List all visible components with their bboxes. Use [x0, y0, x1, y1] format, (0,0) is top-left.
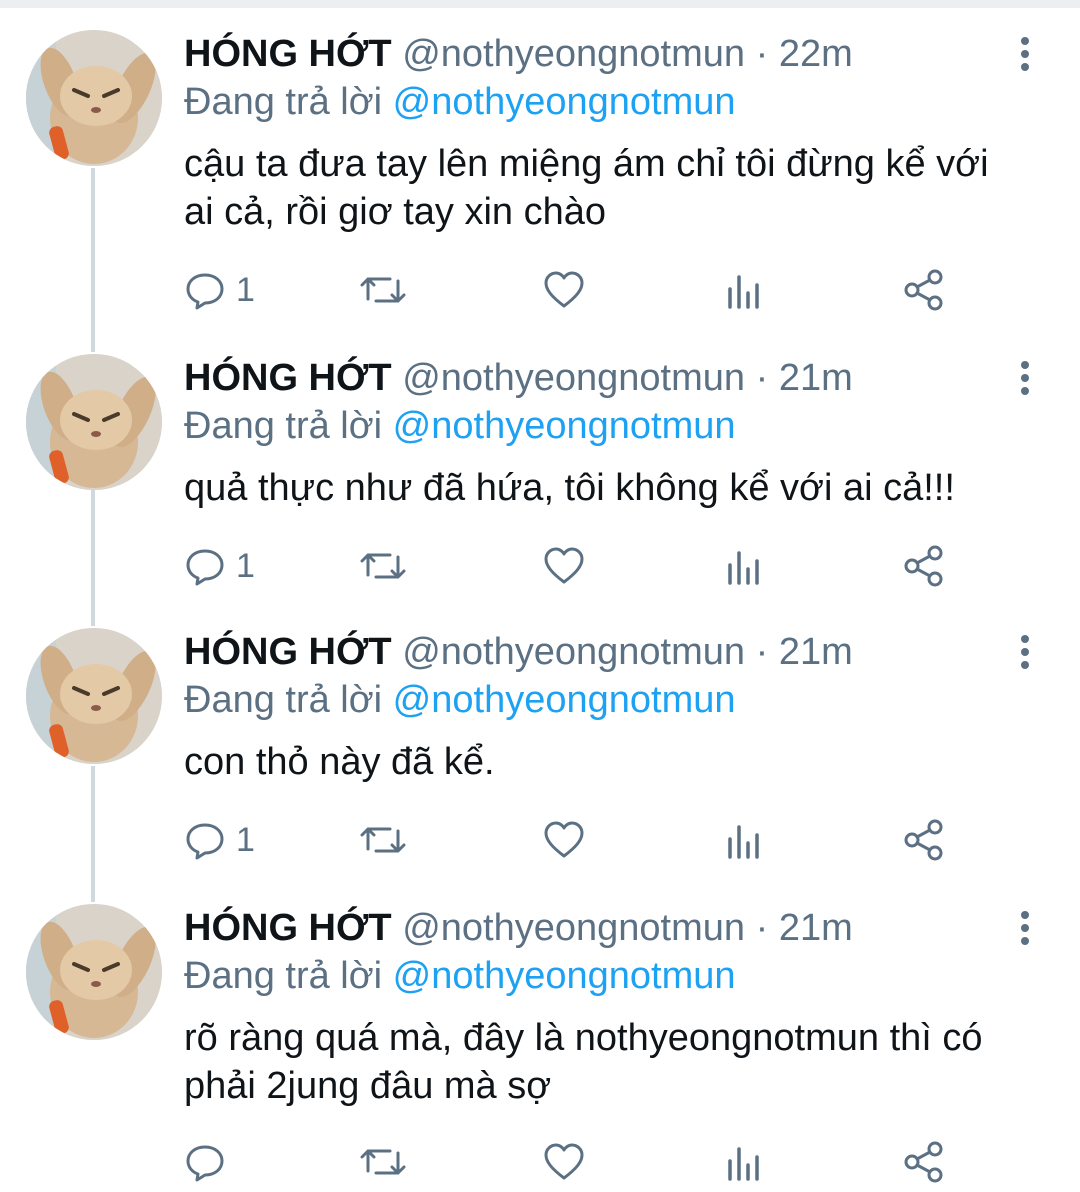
replying-to: Đang trả lời @nothyeongnotmun: [184, 402, 736, 450]
analytics-icon: [724, 545, 764, 587]
reply-button[interactable]: 1: [184, 266, 255, 314]
share-button[interactable]: [902, 266, 946, 314]
author-handle[interactable]: @nothyeongnotmun: [402, 907, 745, 949]
thread-connector: [91, 490, 95, 626]
timestamp[interactable]: 22m: [779, 33, 853, 75]
share-button[interactable]: [902, 1138, 946, 1186]
action-bar: 1: [184, 816, 964, 864]
timestamp[interactable]: 21m: [779, 631, 853, 673]
timestamp[interactable]: 21m: [779, 907, 853, 949]
more-vertical-icon[interactable]: [1008, 908, 1042, 948]
retweet-icon: [358, 819, 408, 861]
retweet-icon: [358, 545, 408, 587]
reply-icon: [184, 269, 226, 311]
author-name[interactable]: HÓNG HỚT: [184, 357, 392, 399]
replying-to-label: Đang trả lời: [184, 679, 383, 721]
retweet-icon: [358, 1141, 408, 1183]
heart-icon: [542, 545, 586, 587]
analytics-icon: [724, 269, 764, 311]
reply-button[interactable]: 1: [184, 816, 255, 864]
like-button[interactable]: [542, 542, 586, 590]
author-handle[interactable]: @nothyeongnotmun: [402, 33, 745, 75]
replying-to-label: Đang trả lời: [184, 81, 383, 123]
reply-icon: [184, 1141, 226, 1183]
like-button[interactable]: [542, 266, 586, 314]
separator: ·: [755, 907, 769, 949]
heart-icon: [542, 1141, 586, 1183]
analytics-button[interactable]: [724, 1138, 764, 1186]
replying-to-label: Đang trả lời: [184, 405, 383, 447]
reply-icon: [184, 819, 226, 861]
mention-link[interactable]: @nothyeongnotmun: [393, 955, 736, 997]
author-name[interactable]: HÓNG HỚT: [184, 907, 392, 949]
author-name[interactable]: HÓNG HỚT: [184, 33, 392, 75]
tweet-text: quả thực như đã hứa, tôi không kể với ai…: [184, 467, 955, 509]
separator: ·: [755, 33, 769, 75]
mention-link[interactable]: @nothyeongnotmun: [393, 81, 736, 123]
reply-button[interactable]: [184, 1138, 236, 1186]
analytics-icon: [724, 1141, 764, 1183]
replying-to: Đang trả lời @nothyeongnotmun: [184, 952, 736, 1000]
top-divider: [0, 0, 1080, 8]
tweet-text: cậu ta đưa tay lên miệng ám chỉ tôi đừng…: [184, 143, 989, 233]
action-bar: [184, 1138, 964, 1186]
action-bar: 1: [184, 542, 964, 590]
retweet-button[interactable]: [358, 1138, 408, 1186]
reply-button[interactable]: 1: [184, 542, 255, 590]
analytics-button[interactable]: [724, 266, 764, 314]
separator: ·: [755, 631, 769, 673]
retweet-button[interactable]: [358, 542, 408, 590]
mention-link[interactable]: @nothyeongnotmun: [393, 405, 736, 447]
action-bar: 1: [184, 266, 964, 314]
author-handle[interactable]: @nothyeongnotmun: [402, 631, 745, 673]
more-vertical-icon[interactable]: [1008, 358, 1042, 398]
like-button[interactable]: [542, 1138, 586, 1186]
more-vertical-icon[interactable]: [1008, 632, 1042, 672]
analytics-button[interactable]: [724, 816, 764, 864]
share-icon: [902, 269, 946, 311]
avatar[interactable]: [26, 354, 162, 490]
thread-connector: [91, 168, 95, 352]
share-icon: [902, 545, 946, 587]
mention-link[interactable]: @nothyeongnotmun: [393, 679, 736, 721]
avatar[interactable]: [26, 904, 162, 1040]
avatar[interactable]: [26, 30, 162, 166]
separator: ·: [755, 357, 769, 399]
replying-to: Đang trả lời @nothyeongnotmun: [184, 78, 736, 126]
timestamp[interactable]: 21m: [779, 357, 853, 399]
replying-to-label: Đang trả lời: [184, 955, 383, 997]
author-name[interactable]: HÓNG HỚT: [184, 631, 392, 673]
share-icon: [902, 819, 946, 861]
reply-count: 1: [236, 546, 255, 585]
retweet-icon: [358, 269, 408, 311]
thread-connector: [91, 766, 95, 902]
tweet-text: rõ ràng quá mà, đây là nothyeongnotmun t…: [184, 1017, 983, 1107]
analytics-button[interactable]: [724, 542, 764, 590]
heart-icon: [542, 819, 586, 861]
share-button[interactable]: [902, 542, 946, 590]
reply-count: 1: [236, 270, 255, 309]
replying-to: Đang trả lời @nothyeongnotmun: [184, 676, 736, 724]
avatar[interactable]: [26, 628, 162, 764]
tweet-text: con thỏ này đã kể.: [184, 741, 495, 783]
retweet-button[interactable]: [358, 266, 408, 314]
like-button[interactable]: [542, 816, 586, 864]
share-icon: [902, 1141, 946, 1183]
share-button[interactable]: [902, 816, 946, 864]
reply-count: 1: [236, 820, 255, 859]
retweet-button[interactable]: [358, 816, 408, 864]
analytics-icon: [724, 819, 764, 861]
heart-icon: [542, 269, 586, 311]
reply-icon: [184, 545, 226, 587]
author-handle[interactable]: @nothyeongnotmun: [402, 357, 745, 399]
more-vertical-icon[interactable]: [1008, 34, 1042, 74]
